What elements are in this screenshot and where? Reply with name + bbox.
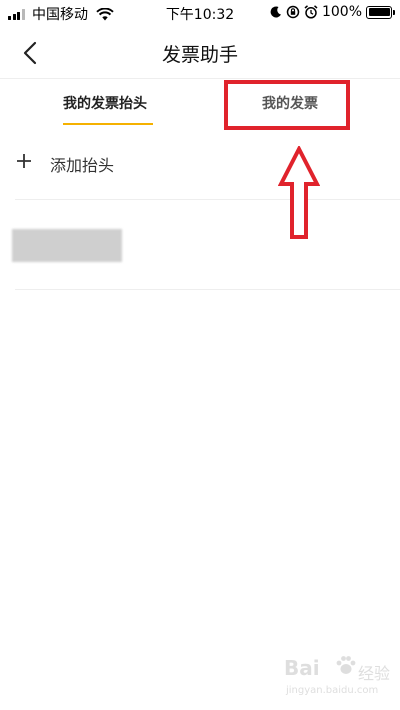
add-title-row[interactable]: 添加抬头: [0, 138, 400, 200]
alarm-icon: [304, 5, 318, 19]
baidu-jingyan-watermark: Bai 经验 jingyan.baidu.com: [276, 652, 394, 706]
moon-icon: [270, 6, 281, 18]
watermark-url: jingyan.baidu.com: [286, 685, 379, 696]
plus-icon: [17, 154, 31, 168]
paw-logo-icon: [336, 656, 356, 674]
annotation-arrow-up-icon: [278, 146, 320, 239]
watermark-subbrand: 经验: [358, 664, 391, 683]
divider: [15, 289, 400, 290]
add-title-label: 添加抬头: [50, 156, 115, 175]
page-title: 发票助手: [161, 44, 238, 66]
battery-icon: [366, 5, 395, 19]
status-right: 100%: [266, 4, 395, 20]
nav-bar: 发票助手: [0, 26, 400, 79]
annotation-highlight-box: [224, 80, 350, 130]
battery-percentage: 100%: [321, 4, 362, 20]
invoice-title-item[interactable]: [0, 200, 400, 290]
redacted-title-name: [12, 229, 122, 262]
status-bar: 中国移动 下午10:32 100%: [0, 0, 400, 26]
watermark-brand: Bai: [284, 656, 320, 680]
tab-my-invoice-titles[interactable]: 我的发票抬头: [63, 93, 147, 113]
rotation-lock-icon: [286, 5, 300, 19]
active-tab-indicator: [63, 123, 153, 125]
